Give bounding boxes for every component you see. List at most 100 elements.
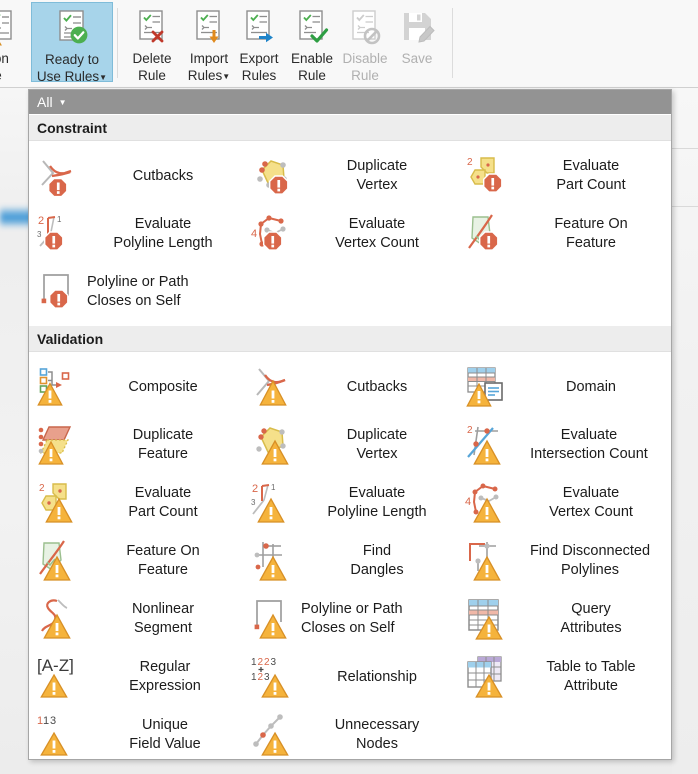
gallery-item-unnecessary-nodes[interactable]: Unnecessary Nodes — [243, 706, 457, 759]
gallery-item-label-line1: Unnecessary — [334, 717, 420, 733]
background-right-line-2 — [672, 206, 698, 207]
gallery-filter-dropdown[interactable]: All ▼ — [29, 90, 671, 114]
gallery-item-cutbacks-validation[interactable]: Cutbacks — [243, 358, 457, 416]
gallery-item-label-line1: Polyline or Path — [301, 601, 403, 617]
ribbon-button-enable-rule[interactable]: Enable Rule — [285, 2, 339, 83]
gallery-item-label-line1: Evaluate — [134, 216, 192, 232]
ribbon-button-delete-rule[interactable]: Delete Rule — [124, 2, 180, 83]
gallery-item-label-line2: Feature — [138, 562, 188, 578]
ribbon-button-label-line2: e — [0, 67, 2, 84]
gallery-item-composite[interactable]: Composite — [29, 358, 243, 416]
gallery-item-polyline-closes-on-self-constraint[interactable]: Polyline or Path Closes on Self — [29, 263, 258, 321]
gallery-item-label-line2: Closes on Self — [301, 620, 395, 636]
evaluate-intersection-count-icon: 2 — [465, 423, 509, 467]
background-right-strip — [672, 88, 698, 774]
gallery-item-regular-expression[interactable]: [A-Z] Regular Expression — [29, 648, 243, 706]
ribbon-button-label-line1: Export — [239, 51, 279, 66]
gallery-item-domain[interactable]: Domain — [457, 358, 671, 416]
table-to-table-attribute-icon — [465, 655, 509, 699]
gallery-item-evaluate-polyline-length-validation[interactable]: 2 3 1 Evaluate Polyline Length — [243, 474, 457, 532]
gallery-item-label-line2: Segment — [133, 620, 193, 636]
gallery-item-evaluate-vertex-count-constraint[interactable]: 4 Evaluate Vertex Count — [243, 205, 457, 263]
gallery-item-label-line1: Evaluate — [134, 485, 192, 501]
svg-text:[A-Z]: [A-Z] — [37, 656, 74, 675]
gallery-item-label-line2: Feature — [566, 235, 616, 251]
chevron-down-icon[interactable]: ▼ — [59, 98, 67, 107]
ready-to-use-rules-icon — [52, 8, 92, 48]
gallery-item-label-line2: Vertex Count — [335, 235, 419, 251]
svg-text:2: 2 — [258, 672, 264, 683]
nonlinear-segment-icon — [37, 597, 81, 641]
gallery-item-label-line2: Polylines — [560, 562, 620, 578]
evaluate-vertex-count-icon: 4 — [251, 212, 295, 256]
gallery-item-label-line1: Composite — [128, 378, 198, 395]
ribbon-button-import-rules[interactable]: Import Rules▼ — [180, 2, 238, 83]
ribbon-button-label-line1: Ready to — [44, 52, 100, 67]
ribbon-button-label-line2: Use Rules — [36, 69, 100, 84]
ribbon-button-label-line2: Rule — [138, 68, 166, 83]
section-header-validation: Validation — [29, 325, 671, 352]
gallery-item-duplicate-vertex-validation[interactable]: Duplicate Vertex — [243, 416, 457, 474]
chevron-down-icon[interactable]: ▼ — [99, 73, 107, 82]
svg-text:2: 2 — [258, 657, 264, 668]
gallery-row: 2 3 1 Evaluate Polyline Length 4 Evaluat… — [29, 205, 671, 263]
ribbon-button-export-rules[interactable]: Export Rules — [231, 2, 287, 83]
gallery-item-table-to-table-attribute[interactable]: Table to Table Attribute — [457, 648, 671, 706]
gallery-item-feature-on-feature-validation[interactable]: Feature On Feature — [29, 532, 243, 590]
gallery-item-label-line2: Nodes — [356, 736, 398, 752]
gallery-item-evaluate-intersection-count[interactable]: 2 Evaluate Intersection Count — [457, 416, 671, 474]
svg-text:2: 2 — [467, 425, 473, 436]
svg-text:2: 2 — [39, 483, 45, 494]
gallery-item-polyline-closes-on-self-validation[interactable]: Polyline or Path Closes on Self — [243, 590, 457, 648]
svg-text:1: 1 — [271, 483, 276, 492]
gallery-item-label-line1: Cutbacks — [346, 378, 408, 395]
section-body-validation: Composite Cutbacks Domain Duplicate Feat… — [29, 352, 671, 759]
gallery-item-duplicate-feature[interactable]: Duplicate Feature — [29, 416, 243, 474]
gallery-item-cutbacks-constraint[interactable]: Cutbacks — [29, 147, 243, 205]
gallery-item-label-line1: Duplicate — [132, 427, 194, 443]
relationship-icon: 1 2 2 3 1 2 3 — [251, 655, 295, 699]
gallery-item-evaluate-part-count-validation[interactable]: 2 Evaluate Part Count — [29, 474, 243, 532]
chevron-down-icon[interactable]: ▼ — [222, 72, 230, 81]
gallery-item-label-line1: Evaluate — [348, 485, 406, 501]
gallery-item-query-attributes[interactable]: Query Attributes — [457, 590, 671, 648]
ready-to-use-rules-gallery: All ▼ Constraint Cutbacks Duplicate Vert… — [28, 89, 672, 760]
disable-rule-icon — [345, 7, 385, 47]
duplicate-vertex-icon — [251, 154, 295, 198]
gallery-item-label-line2: Attributes — [560, 620, 622, 636]
gallery-item-relationship[interactable]: 1 2 2 3 1 2 3 Relationship — [243, 648, 457, 706]
gallery-item-duplicate-vertex-constraint[interactable]: Duplicate Vertex — [243, 147, 457, 205]
gallery-item-label-line1: Evaluate — [562, 485, 620, 501]
gallery-item-label-line1: Nonlinear — [131, 601, 195, 617]
gallery-item-unique-field-value[interactable]: 1 1 3 Unique Field Value — [29, 706, 243, 759]
gallery-row: Composite Cutbacks Domain — [29, 358, 671, 416]
gallery-item-label-line1: Feature On — [126, 543, 200, 559]
ribbon-button-ready-to-use-rules[interactable]: Ready to Use Rules▼ — [31, 2, 113, 84]
ribbon-button-validation-rule[interactable]: tion e — [0, 2, 32, 84]
ribbon-button-label-line1: Delete — [132, 51, 172, 66]
find-dangles-icon — [251, 539, 295, 583]
gallery-item-evaluate-part-count-constraint[interactable]: 2 Evaluate Part Count — [457, 147, 671, 205]
section-header-constraint: Constraint — [29, 114, 671, 141]
ribbon-button-label-line2: Rules — [187, 68, 223, 83]
svg-text:3: 3 — [264, 672, 270, 683]
gallery-item-evaluate-vertex-count-validation[interactable]: 4 Evaluate Vertex Count — [457, 474, 671, 532]
gallery-item-label-line1: Unique — [142, 717, 188, 733]
query-attributes-icon — [465, 597, 509, 641]
gallery-item-label-line1: Evaluate — [348, 216, 406, 232]
gallery-item-find-disconnected-polylines[interactable]: Find Disconnected Polylines — [457, 532, 671, 590]
enable-rule-icon — [292, 7, 332, 47]
gallery-item-nonlinear-segment[interactable]: Nonlinear Segment — [29, 590, 243, 648]
gallery-item-feature-on-feature-constraint[interactable]: Feature On Feature — [457, 205, 671, 263]
gallery-filter-label: All — [37, 94, 53, 110]
gallery-row: [A-Z] Regular Expression 1 2 2 3 1 2 3 R… — [29, 648, 671, 706]
gallery-item-label-line1: Domain — [566, 378, 616, 395]
ribbon-button-label-line1: Enable — [290, 51, 334, 66]
gallery-item-label-line2: Vertex Count — [549, 504, 633, 520]
gallery-item-label-line2: Part Count — [556, 177, 626, 193]
gallery-item-label-line1: Duplicate — [346, 427, 408, 443]
evaluate-part-count-icon: 2 — [465, 154, 509, 198]
gallery-item-find-dangles[interactable]: Find Dangles — [243, 532, 457, 590]
ribbon-button-disable-rule: Disable Rule — [338, 2, 392, 83]
gallery-item-evaluate-polyline-length-constraint[interactable]: 2 3 1 Evaluate Polyline Length — [29, 205, 243, 263]
